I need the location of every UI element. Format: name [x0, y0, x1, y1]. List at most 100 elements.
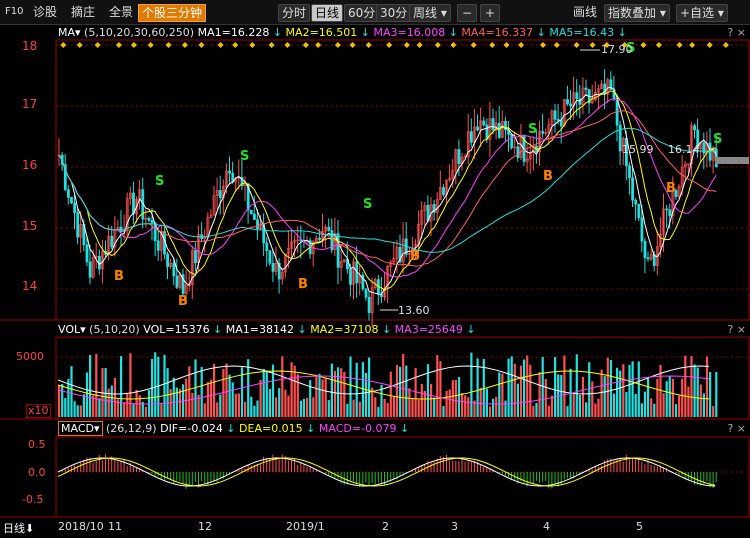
candle	[175, 275, 179, 288]
volume-bar	[256, 400, 259, 417]
volume-bar	[603, 376, 606, 417]
indicator-value: VOL=15376	[143, 323, 210, 336]
candle	[70, 197, 73, 204]
volume-bar	[684, 355, 687, 417]
candle	[584, 87, 588, 90]
candle	[603, 83, 607, 95]
volume-bar	[172, 377, 175, 417]
candle	[349, 268, 352, 285]
ma-params: (5,10,20,30,60,250)	[84, 26, 195, 39]
vol-header: VOL▾ (5,10,20) VOL=15376 ↓ MA1=38142 ↓ M…	[58, 322, 476, 338]
sell-signal: S	[240, 149, 249, 164]
volume-bar	[312, 397, 315, 417]
main-help-close[interactable]: ? ×	[727, 26, 746, 39]
vol-value: VOL=15376 ↓ MA1=38142 ↓ MA2=37108 ↓ MA3=…	[143, 323, 475, 336]
candle	[631, 177, 635, 201]
stock-chart-canvas[interactable]: SSSSSSBBBBBB	[0, 0, 750, 538]
candle	[166, 253, 170, 267]
high-price-label: 17.90	[601, 43, 633, 56]
volume-bar	[107, 388, 110, 417]
volume-bar	[209, 379, 213, 417]
macd-indicator-selector[interactable]: MACD▾	[58, 421, 103, 436]
signal-diamond	[115, 42, 122, 48]
volume-bar	[637, 361, 640, 417]
candle	[541, 131, 545, 134]
volume-bar	[600, 369, 603, 417]
volume-bar	[200, 366, 203, 417]
volume-bar	[188, 366, 191, 417]
volume-bar	[268, 389, 271, 417]
arrow-down-icon: ↓	[209, 323, 223, 336]
volume-bar	[594, 403, 597, 417]
volume-bar	[485, 388, 488, 417]
indicator-value: MA4=16.337	[457, 26, 534, 39]
candle	[618, 124, 622, 152]
arrow-down-icon: ⬇	[25, 522, 35, 535]
volume-bar	[566, 406, 569, 417]
volume-bar	[495, 396, 498, 417]
buy-signal: B	[410, 249, 420, 264]
arrow-down-icon: ↓	[378, 323, 392, 336]
volume-bar	[296, 374, 299, 417]
volume-bar	[399, 366, 402, 417]
volume-bar	[693, 364, 696, 417]
volume-bar	[64, 398, 67, 417]
vol-indicator-selector[interactable]: VOL	[58, 323, 80, 336]
macd-help-close[interactable]: ? ×	[727, 422, 746, 435]
volume-bar	[507, 358, 510, 417]
buy-signal: B	[114, 269, 124, 284]
volume-bar	[70, 366, 73, 417]
volume-bar	[275, 397, 278, 417]
volume-bar	[662, 393, 665, 417]
candle	[469, 131, 473, 143]
volume-bar	[85, 372, 89, 417]
volume-bar	[299, 400, 302, 417]
macd-header: MACD▾ (26,12,9) DIF=-0.024 ↓ DEA=0.015 ↓…	[58, 421, 409, 437]
volume-bar	[402, 353, 405, 417]
signal-diamond	[539, 42, 546, 48]
macd-y-tick: 0.0	[28, 466, 46, 479]
volume-bar	[144, 406, 147, 417]
candle	[172, 262, 176, 277]
volume-bar	[501, 373, 504, 417]
arrow-down-icon: ↓	[294, 323, 307, 336]
volume-bar	[219, 394, 222, 417]
volume-bar	[420, 383, 423, 417]
x-tick: 2019/1	[286, 520, 325, 533]
volume-bar	[278, 388, 281, 417]
candle	[67, 189, 70, 198]
candle	[575, 92, 579, 99]
volume-bar	[405, 365, 408, 417]
candle	[367, 296, 371, 313]
volume-bar	[383, 398, 386, 417]
volume-bar	[132, 404, 135, 417]
volume-bar	[616, 367, 619, 417]
volume-bar	[519, 365, 523, 417]
volume-bar	[625, 392, 628, 417]
volume-bar	[656, 378, 659, 417]
candle	[265, 242, 269, 251]
candle	[510, 133, 514, 148]
x-tick: 2	[382, 520, 389, 533]
buy-signal: B	[298, 277, 308, 292]
candle	[147, 217, 151, 221]
volume-bar	[247, 359, 250, 417]
volume-bar	[67, 378, 70, 417]
volume-bar	[609, 359, 612, 417]
candle	[194, 250, 197, 264]
candle	[228, 170, 232, 174]
volume-bar	[591, 381, 594, 417]
vol-help-close[interactable]: ? ×	[727, 323, 746, 336]
buy-signal: B	[666, 181, 676, 196]
sell-signal: S	[155, 174, 164, 189]
volume-bar	[470, 352, 473, 417]
volume-bar	[634, 393, 637, 417]
sell-signal: S	[528, 122, 537, 137]
period-selector[interactable]: 日线⬇	[3, 520, 34, 536]
volume-bar	[98, 398, 101, 417]
volume-bar	[73, 401, 76, 417]
candle	[476, 126, 480, 131]
signal-diamond	[386, 42, 393, 48]
ma-indicator-selector[interactable]: MA	[58, 26, 75, 39]
signal-diamond	[232, 42, 239, 48]
